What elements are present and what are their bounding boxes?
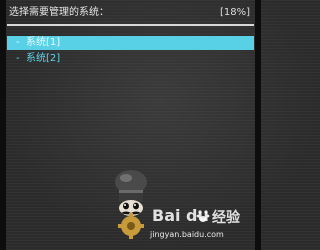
watermark-url: jingyan.baidu.com (150, 230, 224, 239)
menu-item-label: 系统[2] (26, 53, 61, 64)
header-bar: 选择需要管理的系统： [18%] (9, 5, 250, 21)
progress-indicator: [18%] (219, 7, 250, 18)
paw-icon (196, 208, 210, 222)
system-menu: - 系统[1] - 系统[2] (7, 36, 254, 68)
watermark-brand: 经验 (212, 210, 240, 226)
header-title: 选择需要管理的系统： (9, 7, 109, 18)
menu-item-prefix: - (16, 53, 20, 64)
baidu-jingyan-watermark: Bai du 经验 jingyan.baidu.com (148, 206, 256, 250)
menu-item-system-2[interactable]: - 系统[2] (7, 52, 254, 66)
left-bezel (0, 0, 6, 250)
menu-item-system-1[interactable]: - 系统[1] (7, 36, 254, 50)
menu-item-prefix: - (16, 37, 20, 48)
header-divider (7, 24, 254, 26)
menu-item-label: 系统[1] (26, 37, 61, 48)
